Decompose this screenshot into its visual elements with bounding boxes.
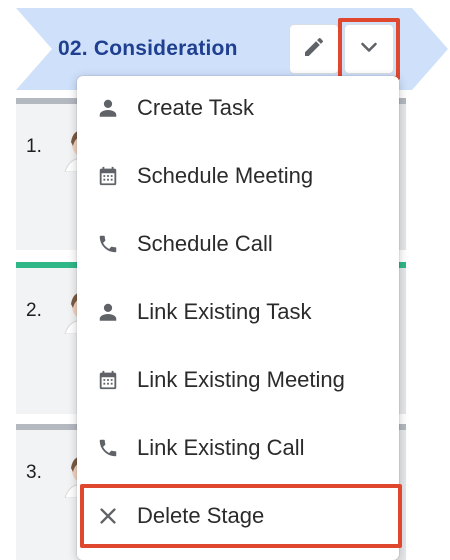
- stage-dropdown-button[interactable]: [338, 18, 400, 80]
- stage-title: 02. Consideration: [58, 37, 238, 60]
- person-icon: [95, 299, 121, 325]
- card-number: 1.: [26, 136, 42, 157]
- pencil-icon: [302, 35, 326, 64]
- card-number: 3.: [26, 462, 42, 483]
- menu-item-label: Schedule Call: [137, 231, 273, 256]
- edit-stage-button[interactable]: [289, 24, 339, 74]
- phone-icon: [95, 435, 121, 461]
- menu-item-schedule-meeting[interactable]: Schedule Meeting: [77, 146, 399, 206]
- stage-dropdown-inner[interactable]: [344, 24, 394, 74]
- calendar-icon: [95, 367, 121, 393]
- menu-item-link-existing-call[interactable]: Link Existing Call: [77, 418, 399, 478]
- menu-item-link-existing-task[interactable]: Link Existing Task: [77, 282, 399, 342]
- phone-icon: [95, 231, 121, 257]
- menu-item-delete-stage[interactable]: Delete Stage: [77, 486, 399, 546]
- menu-item-link-existing-meeting[interactable]: Link Existing Meeting: [77, 350, 399, 410]
- menu-item-label: Link Existing Meeting: [137, 367, 345, 392]
- menu-item-label: Schedule Meeting: [137, 163, 314, 188]
- person-icon: [95, 95, 121, 121]
- calendar-icon: [95, 163, 121, 189]
- menu-item-label: Link Existing Call: [137, 435, 305, 460]
- menu-item-schedule-call[interactable]: Schedule Call: [77, 214, 399, 274]
- menu-item-create-task[interactable]: Create Task: [77, 78, 399, 138]
- menu-item-label: Create Task: [137, 95, 254, 120]
- menu-item-label: Link Existing Task: [137, 299, 312, 324]
- stage-actions-menu: Create Task Schedule Meeting Schedule Ca…: [77, 76, 399, 560]
- card-number: 2.: [26, 300, 42, 321]
- menu-item-label: Delete Stage: [137, 503, 265, 528]
- close-icon: [95, 503, 121, 529]
- chevron-down-icon: [357, 35, 381, 64]
